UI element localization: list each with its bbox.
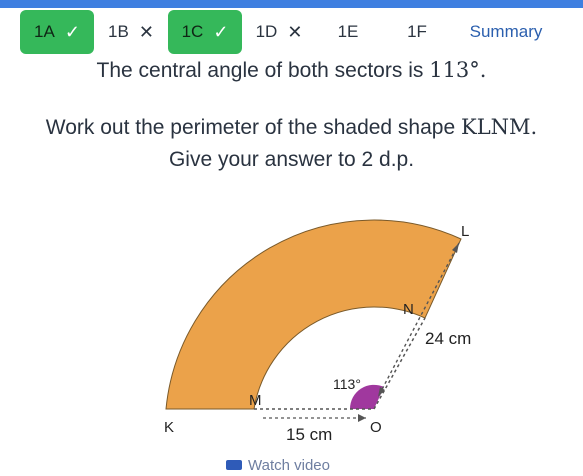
- label-n: N: [403, 301, 414, 318]
- watch-video-label: Watch video: [248, 456, 330, 474]
- label-o: O: [370, 419, 382, 436]
- video-camera-icon: [226, 460, 242, 470]
- diagram-labels: L N M K O 24 cm 15 cm 113°: [164, 223, 471, 444]
- length-label-24: 24 cm: [425, 329, 471, 348]
- label-k: K: [164, 419, 174, 436]
- angle-label: 113°: [333, 376, 361, 392]
- length-label-15: 15 cm: [286, 425, 332, 444]
- label-m: M: [249, 392, 262, 409]
- label-l: L: [461, 223, 469, 240]
